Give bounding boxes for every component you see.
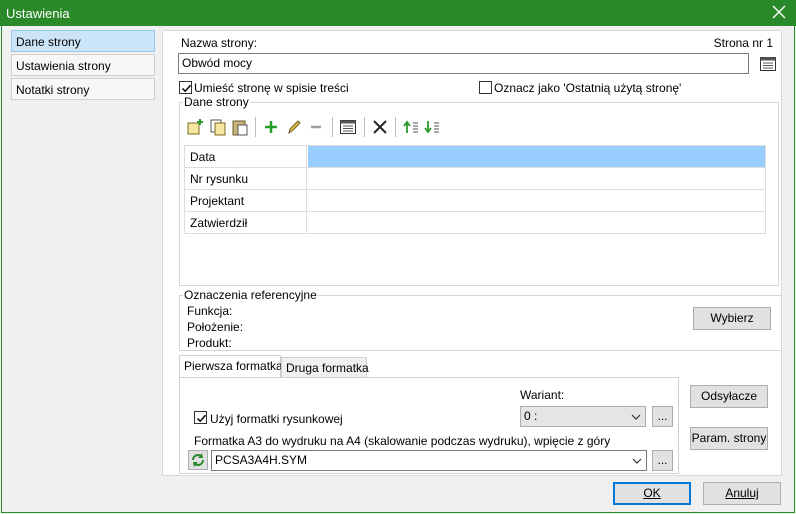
- minus-icon[interactable]: [306, 117, 326, 137]
- nav-item-label: Ustawienia strony: [16, 59, 111, 73]
- function-label: Funkcja:: [187, 304, 233, 318]
- property-list-icon[interactable]: [759, 56, 777, 72]
- page-params-button[interactable]: Param. strony: [690, 427, 768, 450]
- first-format-tab-body: Wariant: 0 : ... Użyj formatki rysunkowe…: [179, 377, 679, 474]
- tab-label: Druga formatka: [286, 361, 369, 375]
- field-name: Data: [185, 146, 307, 167]
- field-name: Zatwierdził: [185, 212, 307, 233]
- refresh-icon[interactable]: [188, 450, 208, 470]
- plus-icon[interactable]: [261, 117, 281, 137]
- variant-browse-button[interactable]: ...: [652, 406, 673, 427]
- toolbar-separator: [364, 117, 365, 137]
- format-symbol-value: PCSA3A4H.SYM: [215, 453, 308, 467]
- page-data-group: Dane strony Data Nr rysunku Projektant Z…: [179, 95, 779, 286]
- checkmark-icon: [181, 84, 192, 93]
- nav-item-label: Notatki strony: [16, 83, 90, 97]
- cancel-button[interactable]: Anuluj: [703, 482, 781, 505]
- mark-last-page-checkbox[interactable]: [479, 81, 492, 94]
- format-symbol-select[interactable]: PCSA3A4H.SYM: [211, 450, 647, 471]
- use-format-checkbox[interactable]: [194, 411, 207, 424]
- paste-field-icon[interactable]: [230, 117, 250, 137]
- include-toc-label: Umieść stronę w spisie treści: [194, 81, 349, 95]
- toolbar-separator: [255, 117, 256, 137]
- close-icon[interactable]: [770, 3, 788, 21]
- ok-button-label: OK: [643, 486, 661, 500]
- page-data-legend: Dane strony: [183, 95, 250, 109]
- variant-value: 0 :: [524, 409, 538, 423]
- reference-designations-group: Oznaczenia referencyjne Funkcja: Położen…: [179, 288, 782, 351]
- page-data-table: Data Nr rysunku Projektant Zatwierdził: [184, 145, 766, 234]
- move-up-icon[interactable]: [401, 117, 421, 137]
- format-description: Formatka A3 do wydruku na A4 (skalowanie…: [194, 434, 611, 448]
- page-data-panel: Nazwa strony: Strona nr 1 Obwód mocy Umi…: [162, 30, 782, 476]
- title-bar: Ustawienia: [0, 0, 796, 26]
- dialog-body: Dane strony Ustawienia strony Notatki st…: [1, 26, 795, 513]
- cancel-button-label: Anuluj: [725, 486, 759, 500]
- field-value[interactable]: [308, 190, 766, 211]
- tab-first-format[interactable]: Pierwsza formatka: [179, 355, 283, 378]
- field-value[interactable]: [308, 212, 766, 233]
- settings-nav: Dane strony Ustawienia strony Notatki st…: [11, 30, 155, 102]
- field-value[interactable]: [308, 168, 766, 189]
- mark-last-page-label: Oznacz jako 'Ostatnią użytą stronę': [494, 81, 682, 95]
- table-row[interactable]: Nr rysunku: [185, 168, 766, 190]
- checkmark-icon: [196, 414, 207, 423]
- table-row[interactable]: Data: [185, 146, 766, 168]
- symbol-browse-button[interactable]: ...: [652, 450, 673, 471]
- table-row[interactable]: Projektant: [185, 190, 766, 212]
- toolbar-separator: [395, 117, 396, 137]
- page-name-input[interactable]: Obwód mocy: [178, 53, 749, 74]
- field-name: Projektant: [185, 190, 307, 211]
- cut-icon[interactable]: [370, 117, 390, 137]
- field-name: Nr rysunku: [185, 168, 307, 189]
- pencil-icon[interactable]: [284, 117, 304, 137]
- choose-button[interactable]: Wybierz: [693, 307, 771, 330]
- table-row[interactable]: Zatwierdził: [185, 212, 766, 234]
- use-format-label: Użyj formatki rysunkowej: [210, 412, 343, 426]
- copy-field-icon[interactable]: [208, 117, 228, 137]
- window-title: Ustawienia: [6, 6, 70, 21]
- nav-item-page-data[interactable]: Dane strony: [11, 30, 155, 52]
- move-down-icon[interactable]: [422, 117, 442, 137]
- chevron-down-icon: [631, 414, 641, 420]
- product-label: Produkt:: [187, 336, 232, 350]
- page-number-label: Strona nr 1: [713, 36, 773, 50]
- include-toc-checkbox[interactable]: [179, 81, 192, 94]
- properties-icon[interactable]: [338, 117, 358, 137]
- nav-item-page-settings[interactable]: Ustawienia strony: [11, 54, 155, 76]
- variant-label: Wariant:: [520, 388, 565, 402]
- field-value[interactable]: [308, 146, 766, 167]
- location-label: Położenie:: [187, 320, 244, 334]
- page-name-value: Obwód mocy: [182, 56, 253, 70]
- tab-label: Pierwsza formatka: [184, 359, 283, 373]
- add-field-icon[interactable]: [186, 117, 206, 137]
- nav-item-label: Dane strony: [16, 35, 81, 49]
- page-name-label: Nazwa strony:: [181, 36, 258, 50]
- ok-button[interactable]: OK: [613, 482, 691, 505]
- tab-second-format[interactable]: Druga formatka: [281, 357, 369, 378]
- references-button[interactable]: Odsyłacze: [690, 385, 768, 408]
- format-tabs-container: Pierwsza formatka Druga formatka Wariant…: [179, 355, 679, 475]
- chevron-down-icon: [632, 458, 642, 464]
- nav-item-page-notes[interactable]: Notatki strony: [11, 78, 155, 100]
- variant-select[interactable]: 0 :: [520, 406, 646, 427]
- reference-designations-legend: Oznaczenia referencyjne: [183, 288, 318, 302]
- toolbar-separator: [332, 117, 333, 137]
